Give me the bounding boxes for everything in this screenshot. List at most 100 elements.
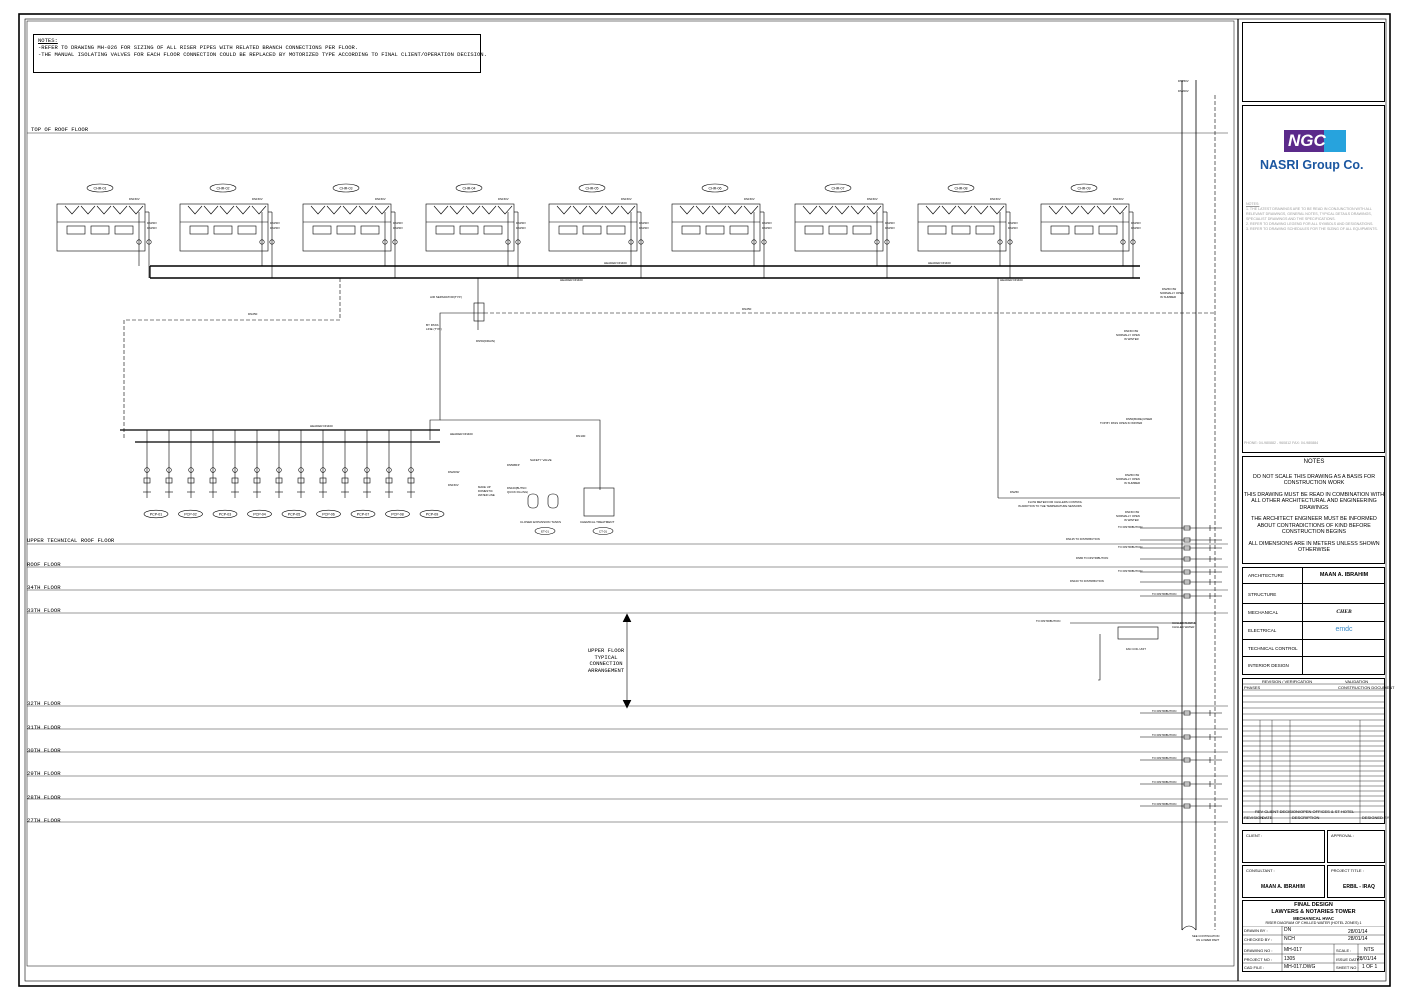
revision-col-label: REVISION (1244, 815, 1264, 820)
pipe-label: DN50BFP (507, 463, 520, 467)
valve-note: IN WINTER (1124, 518, 1139, 522)
general-notes: NOTES: -REFER TO DRAWING MH-026 FOR SIZI… (33, 34, 487, 73)
pump-tag: PCP-05 (288, 513, 301, 517)
riser-break (1181, 925, 1197, 931)
revision-grid (1242, 683, 1385, 824)
role-electrical-label: ELECTRICAL (1248, 628, 1277, 633)
chiller-panel (66, 225, 86, 235)
chiller-panel (90, 225, 110, 235)
chiller-unit (56, 203, 146, 252)
chiller-panel (213, 225, 233, 235)
role-technical: TECHNICAL CONTROL (1242, 640, 1385, 657)
chiller-tag: CHR-05 (586, 187, 599, 191)
chiller-fan (818, 205, 834, 215)
sheet-description: RISER DIAGRAM OF CHILLED WATER (HOTEL ZO… (1265, 921, 1362, 925)
project-title-box: PROJECT TITLE : ERBIL - IRAQ (1327, 865, 1385, 898)
expansion-tank (527, 493, 539, 509)
header-label: HEADER DN400 (560, 278, 583, 282)
header-label: HEADER DN400 (450, 432, 473, 436)
chiller-fan (497, 205, 513, 215)
chem-label: CHEMICAL TREATMENT (580, 520, 614, 524)
chiller-unit (302, 203, 392, 252)
pump-tag: PCP-07 (357, 513, 370, 517)
pipe-size: DN150V (885, 226, 895, 230)
chiller-fan (1096, 205, 1112, 215)
chiller-fan (465, 205, 481, 215)
stage-text: FINAL DESIGN (1294, 902, 1333, 908)
chiller-fan (679, 205, 695, 215)
chiller-fan (1064, 205, 1080, 215)
makeup-label: WATER LINE (478, 493, 495, 497)
client-label: CLIENT : (1246, 833, 1263, 838)
chiller-fan (1112, 205, 1128, 215)
pump-tag: PCP-09 (426, 513, 439, 517)
expansion-tank (547, 493, 559, 509)
chiller-tag: CHR-08 (955, 187, 968, 191)
pipe-size: DN150V (1113, 197, 1124, 201)
pipe-size: DN150V (1131, 221, 1141, 225)
et-tag: ET-01 (541, 530, 549, 534)
pipe-size: DN150V (639, 226, 649, 230)
chiller-fan (64, 205, 80, 215)
chiller-fan (1048, 205, 1064, 215)
exp-tanks-label: CLOSED EXPANSION TANKS (520, 520, 561, 524)
chiller-fan (358, 205, 374, 215)
drawing-sheet: CHR-01 DN150V DN150V DN150V CHR-02 DN150V DN15… (0, 0, 1404, 993)
role-interior: INTERIOR DESIGN (1242, 657, 1385, 675)
project-location: ERBIL - IRAQ (1343, 884, 1375, 890)
construction-label: CONSTRUCTION DOCUMENT (1338, 685, 1395, 690)
date-drawn: 28/01/14 (1348, 929, 1368, 935)
chiller-fan (310, 205, 326, 215)
dist-label: TO DISTRIBUTION (1152, 780, 1176, 784)
chiller-fan (727, 205, 743, 215)
tb-note-3: THE ARCHITECT ENGINEER MUST BE INFORMED … (1251, 516, 1377, 535)
safety-valve-label: SAFETY VALVE (530, 458, 552, 462)
chiller-fan (620, 205, 636, 215)
role-technical-label: TECHNICAL CONTROL (1248, 646, 1298, 651)
chiller-panel (558, 225, 578, 235)
floor-label-top-roof: TOP OF ROOF FLOOR (31, 126, 89, 133)
role-mechanical: MECHANICAL CHEB (1242, 604, 1385, 622)
tb-note-1: DO NOT SCALE THIS DRAWING AS A BASIS FOR… (1252, 473, 1376, 487)
chiller-fan (866, 205, 882, 215)
description-col-label: DESCRIPTION (1292, 815, 1320, 820)
chiller-fan (219, 205, 235, 215)
ngc-logo-text: NGC (1288, 131, 1326, 150)
header-label: HEADER DN400 (928, 261, 951, 265)
chiller-fan (957, 205, 973, 215)
pipe-label: DN200W (448, 470, 460, 474)
dist-label: TO DISTRIBUTION (1152, 756, 1176, 760)
chiller-tag: CHR-03 (340, 187, 353, 191)
cad-file-label: CAD FILE : (1244, 965, 1265, 970)
chiller-fan (112, 205, 128, 215)
chiller-fan (374, 205, 390, 215)
continuation-label: ON LOWER PART (1196, 938, 1219, 942)
pipe-size: DN150V (1008, 221, 1018, 225)
chiller-tag: CHR-01 (94, 187, 107, 191)
chiller-fan (604, 205, 620, 215)
role-interior-label: INTERIOR DESIGN (1248, 663, 1289, 668)
pipe-size: DN150V (516, 226, 526, 230)
date-checked: 28/01/14 (1348, 936, 1368, 942)
floor-label-31: 31TH FLOOR (27, 724, 61, 731)
scale-label: SCALE : (1336, 948, 1352, 953)
pump-tag: PCP-06 (322, 513, 335, 517)
tb-blank-panel (1242, 22, 1385, 102)
chiller-tag: CHR-06 (709, 187, 722, 191)
chiller-panel (483, 225, 503, 235)
chiller-fan (925, 205, 941, 215)
chiller-fan (743, 205, 759, 215)
drawing-no-label: DRAWING NO : (1244, 948, 1273, 953)
chiller-unit (425, 203, 515, 252)
chiller-unit (917, 203, 1007, 252)
floor-label-33: 33TH FLOOR (27, 607, 61, 614)
chiller-panel (681, 225, 701, 235)
dist-label: TO DISTRIBUTION (1118, 525, 1142, 529)
role-architecture-value: MAAN A. IBRAHIM (1302, 567, 1385, 583)
chiller-fan (235, 205, 251, 215)
chiller-fan (989, 205, 1005, 215)
chiller-panel (975, 225, 995, 235)
chemical-unit (583, 487, 615, 517)
chiller-tag: CHR-02 (217, 187, 230, 191)
pipe-size: DN150V (129, 197, 140, 201)
